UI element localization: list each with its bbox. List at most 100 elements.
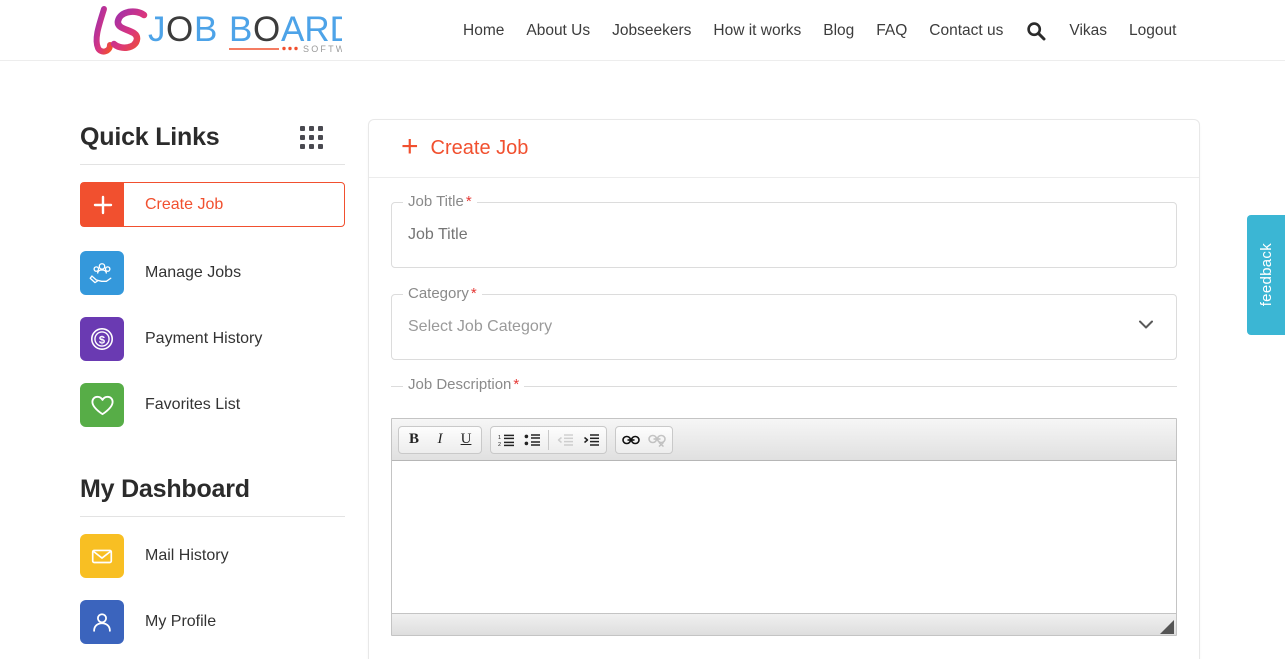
toolbar-separator [548, 429, 549, 450]
feedback-tab[interactable]: feedback [1247, 215, 1285, 335]
sidebar-item-my-profile[interactable]: My Profile [80, 600, 345, 644]
outdent-icon [557, 433, 573, 446]
sidebar-item-label: Payment History [145, 330, 263, 347]
grid-dot [300, 135, 305, 140]
grid-dot [309, 144, 314, 149]
grid-dot [309, 135, 314, 140]
category-field: Category * Select Job Category [391, 285, 1177, 360]
grid-dot [318, 126, 323, 131]
sidebar-item-label: Manage Jobs [145, 264, 242, 281]
nav-item-home[interactable]: Home [452, 0, 515, 61]
manage-jobs-icon [80, 251, 124, 295]
nav-item-faq[interactable]: FAQ [865, 0, 918, 61]
increase-indent-button[interactable] [578, 428, 604, 452]
quick-links-list: Create Job Manage Jobs $ Payment History… [80, 182, 345, 427]
nav-item-how-it-works[interactable]: How it works [702, 0, 812, 61]
sidebar-item-label: My Profile [145, 613, 217, 630]
indent-icon [583, 433, 599, 446]
resize-grip-icon[interactable] [1160, 620, 1174, 634]
logo-graphic: J O B B O ARD SOFTWARE [93, 6, 342, 55]
sidebar-item-create-job[interactable]: Create Job [80, 182, 345, 227]
required-marker: * [465, 193, 472, 210]
dollar-coin-icon: $ [80, 317, 124, 361]
editor-link-group [615, 425, 673, 454]
create-job-form: Job Title* Category* Select Job Category [369, 178, 1199, 636]
nav-item-username[interactable]: Vikas [1058, 0, 1118, 61]
job-title-input[interactable] [408, 226, 1160, 244]
search-icon[interactable] [1014, 0, 1058, 61]
svg-text:$: $ [99, 335, 106, 347]
user-icon [80, 600, 124, 644]
category-select[interactable]: Select Job Category [391, 294, 1177, 360]
site-logo[interactable]: J O B B O ARD SOFTWARE [84, 3, 342, 59]
quick-links-header: Quick Links [80, 123, 345, 165]
unlink-icon [648, 434, 666, 447]
page-body: Quick Links Create Job Manage Jobs $ Pay… [0, 61, 1285, 659]
page-title: Create Job [430, 137, 529, 159]
job-title-input-outline[interactable] [391, 202, 1177, 268]
insert-link-button[interactable] [618, 428, 644, 452]
my-dashboard-header: My Dashboard [80, 475, 345, 517]
site-header: J O B B O ARD SOFTWARE Home About Us Job… [0, 0, 1285, 67]
search-icon-glyph [1027, 21, 1046, 40]
category-selected-value: Select Job Category [408, 318, 553, 335]
editor-text-style-group: B I U [398, 425, 482, 454]
sidebar-item-mail-history[interactable]: Mail History [80, 534, 345, 578]
rich-text-editor: B I U 1 2 [391, 418, 1177, 636]
grid-dot [318, 135, 323, 140]
job-description-label: Job Description * [403, 376, 525, 393]
category-label: Category * [403, 285, 482, 302]
nav-item-jobseekers[interactable]: Jobseekers [601, 0, 702, 61]
sidebar-item-payment-history[interactable]: $ Payment History [80, 317, 345, 361]
my-dashboard-list: Mail History My Profile [80, 534, 345, 644]
grid-dot [309, 126, 314, 131]
envelope-icon [80, 534, 124, 578]
nav-item-about-us[interactable]: About Us [515, 0, 601, 61]
svg-text:O: O [253, 10, 280, 49]
bulleted-list-icon [524, 433, 540, 446]
remove-link-button[interactable] [644, 428, 670, 452]
grid-apps-icon[interactable] [300, 126, 323, 149]
svg-text:SOFTWARE: SOFTWARE [303, 44, 342, 54]
quick-links-title: Quick Links [80, 123, 220, 151]
nav-item-contact-us[interactable]: Contact us [918, 0, 1014, 61]
grid-dot [318, 144, 323, 149]
svg-text:B: B [194, 10, 217, 49]
create-job-card: + Create Job Job Title* Category* Select… [368, 119, 1200, 659]
heart-icon-glyph [90, 395, 114, 415]
chevron-down-icon[interactable] [1136, 318, 1156, 337]
svg-text:O: O [166, 10, 193, 49]
editor-content-area[interactable] [392, 461, 1176, 613]
nav-item-blog[interactable]: Blog [812, 0, 865, 61]
svg-text:J: J [148, 10, 166, 49]
plus-icon: + [401, 130, 419, 163]
svg-text:2: 2 [498, 442, 501, 447]
user-icon-glyph [93, 613, 111, 632]
job-title-field: Job Title * [391, 193, 1177, 268]
plus-icon [81, 183, 124, 226]
sidebar-item-label: Create Job [145, 195, 224, 213]
italic-button[interactable]: I [427, 428, 453, 452]
plus-icon-glyph [93, 195, 112, 214]
envelope-icon-glyph [91, 549, 113, 564]
editor-status-bar [392, 613, 1176, 635]
job-description-field: Job Description * B I U 1 2 [391, 376, 1177, 636]
heart-icon [80, 383, 124, 427]
nav-item-logout[interactable]: Logout [1118, 0, 1187, 61]
bold-button[interactable]: B [401, 428, 427, 452]
sidebar-item-manage-jobs[interactable]: Manage Jobs [80, 251, 345, 295]
bulleted-list-button[interactable] [519, 428, 545, 452]
sidebar-item-label: Mail History [145, 547, 229, 564]
numbered-list-button[interactable]: 1 2 [493, 428, 519, 452]
sidebar-item-label: Favorites List [145, 396, 241, 413]
decrease-indent-button[interactable] [552, 428, 578, 452]
svg-text:1: 1 [498, 435, 501, 441]
my-dashboard-title: My Dashboard [80, 475, 250, 503]
editor-toolbar: B I U 1 2 [392, 419, 1176, 461]
card-header: + Create Job [369, 120, 1199, 178]
sidebar-item-favorites-list[interactable]: Favorites List [80, 383, 345, 427]
grid-dot [300, 144, 305, 149]
underline-button[interactable]: U [453, 428, 479, 452]
grid-dot [300, 126, 305, 131]
dollar-coin-icon-glyph: $ [90, 327, 114, 351]
